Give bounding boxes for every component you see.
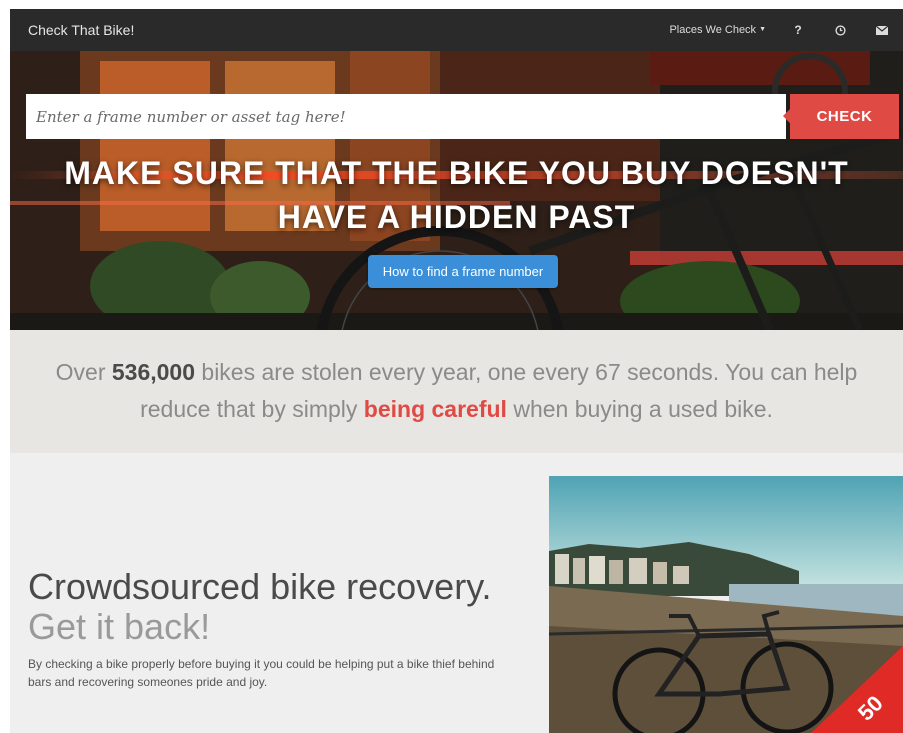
feature-section: Crowdsourced bike recovery. Get it back!… bbox=[10, 453, 903, 733]
stats-text: Over 536,000 bikes are stolen every year… bbox=[40, 354, 873, 428]
stats-ending: when buying a used bike. bbox=[506, 396, 773, 422]
feature-title: Crowdsourced bike recovery. bbox=[28, 566, 492, 607]
clock-icon[interactable] bbox=[819, 9, 861, 51]
feature-description: By checking a bike properly before buyin… bbox=[28, 657, 495, 689]
check-arrow-icon bbox=[783, 109, 790, 123]
clock-icon-svg bbox=[834, 24, 846, 36]
caret-down-icon: ▼ bbox=[759, 26, 766, 33]
frame-number-input[interactable] bbox=[26, 94, 786, 139]
brand-link[interactable]: Check That Bike! bbox=[28, 9, 134, 51]
question-icon-glyph: ? bbox=[794, 23, 802, 37]
places-we-check-label: Places We Check bbox=[669, 24, 757, 36]
navbar: Check That Bike! Places We Check ▼ ? bbox=[10, 9, 903, 51]
hero-banner: CHECK MAKE SURE THAT THE BIKE YOU BUY DO… bbox=[10, 51, 903, 330]
stats-before: Over bbox=[55, 359, 112, 385]
mail-icon-svg bbox=[876, 25, 888, 35]
hero-headline: MAKE SURE THAT THE BIKE YOU BUY DOESN'T … bbox=[64, 155, 849, 235]
find-frame-number-button[interactable]: How to find a frame number bbox=[368, 255, 558, 288]
stats-band: Over 536,000 bikes are stolen every year… bbox=[10, 330, 903, 453]
nav-right: Places We Check ▼ ? bbox=[658, 9, 903, 51]
question-icon[interactable]: ? bbox=[777, 9, 819, 51]
bike-beach-photo: 50 bbox=[549, 476, 903, 733]
page: Check That Bike! Places We Check ▼ ? Ent… bbox=[10, 9, 903, 733]
mail-icon[interactable] bbox=[861, 9, 903, 51]
feature-subtitle: Get it back! bbox=[28, 606, 211, 647]
search-bar: CHECK bbox=[26, 94, 899, 139]
check-button[interactable]: CHECK bbox=[790, 94, 899, 139]
being-careful-emphasis: being careful bbox=[363, 396, 507, 422]
stolen-count: 536,000 bbox=[111, 359, 196, 385]
places-we-check-dropdown[interactable]: Places We Check ▼ bbox=[658, 9, 777, 51]
